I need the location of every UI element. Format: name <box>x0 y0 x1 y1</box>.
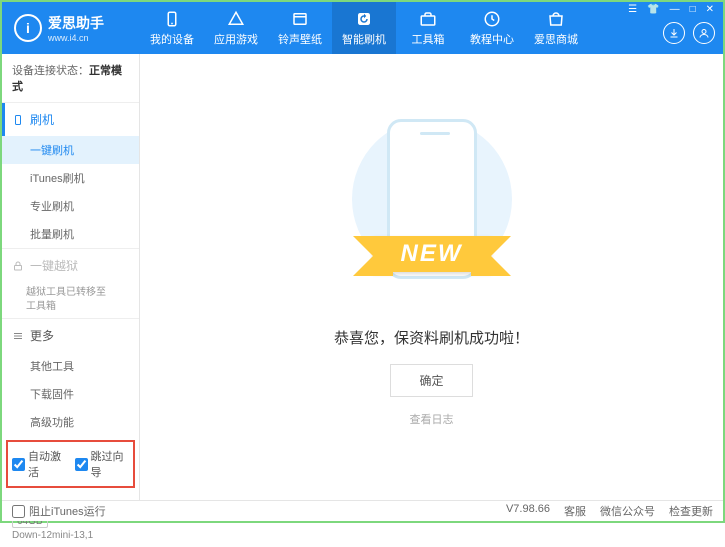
device-model: Down-12mini-13,1 <box>12 530 129 541</box>
tab-label: 爱思商城 <box>534 31 578 47</box>
app-url: www.i4.cn <box>48 33 104 43</box>
auto-activate-checkbox[interactable]: 自动激活 <box>12 448 67 480</box>
logo-area: i 爱思助手 www.i4.cn <box>2 13 140 43</box>
toolbox-icon <box>419 10 437 28</box>
phone-icon <box>163 10 181 28</box>
statusbar: 阻止iTunes运行 V7.98.66 客服 微信公众号 检查更新 <box>2 500 723 521</box>
skip-guide-checkbox[interactable]: 跳过向导 <box>75 448 130 480</box>
ok-button[interactable]: 确定 <box>390 364 472 397</box>
tab-label: 工具箱 <box>412 31 445 47</box>
status-label: 设备连接状态： <box>12 65 89 77</box>
tab-my-device[interactable]: 我的设备 <box>140 2 204 54</box>
sidebar-item-pro[interactable]: 专业刷机 <box>26 192 139 220</box>
jailbreak-note: 越狱工具已转移至 工具箱 <box>2 282 139 318</box>
sidebar: 设备连接状态：正常模式 刷机 一键刷机 iTunes刷机 专业刷机 批量刷机 一… <box>2 54 140 502</box>
section-title: 刷机 <box>30 111 54 128</box>
menu-icon[interactable]: ☰ <box>625 4 640 15</box>
wechat-link[interactable]: 微信公众号 <box>600 503 655 519</box>
app-name: 爱思助手 <box>48 13 104 33</box>
sidebar-item-advanced[interactable]: 高级功能 <box>26 408 139 436</box>
download-icon[interactable] <box>663 22 685 44</box>
apps-icon <box>227 10 245 28</box>
phone-icon <box>12 114 24 126</box>
wallpaper-icon <box>291 10 309 28</box>
user-controls <box>663 22 715 44</box>
lock-icon <box>12 260 24 272</box>
tab-flash[interactable]: 智能刷机 <box>332 2 396 54</box>
close-icon[interactable]: ✕ <box>703 4 717 15</box>
success-message: 恭喜您，保资料刷机成功啦！ <box>334 327 529 348</box>
sidebar-item-oneclick[interactable]: 一键刷机 <box>2 136 139 164</box>
connection-status: 设备连接状态：正常模式 <box>2 54 139 102</box>
checkbox-label: 阻止iTunes运行 <box>29 503 106 519</box>
section-jailbreak[interactable]: 一键越狱 <box>2 249 139 282</box>
logo-icon: i <box>14 14 42 42</box>
tab-store[interactable]: 爱思商城 <box>524 2 588 54</box>
section-flash[interactable]: 刷机 <box>2 103 139 136</box>
section-title: 更多 <box>30 327 54 344</box>
tab-label: 应用游戏 <box>214 31 258 47</box>
tab-label: 智能刷机 <box>342 31 386 47</box>
section-more[interactable]: 更多 <box>2 319 139 352</box>
support-link[interactable]: 客服 <box>564 503 586 519</box>
success-illustration: NEW <box>342 109 522 309</box>
tab-ringtones[interactable]: 铃声壁纸 <box>268 2 332 54</box>
tab-label: 我的设备 <box>150 31 194 47</box>
tab-toolbox[interactable]: 工具箱 <box>396 2 460 54</box>
sidebar-item-other[interactable]: 其他工具 <box>26 352 139 380</box>
maximize-icon[interactable]: □ <box>687 4 699 15</box>
view-log-link[interactable]: 查看日志 <box>410 411 454 427</box>
window-controls: ☰ 👕 — □ ✕ <box>625 4 717 15</box>
store-icon <box>547 10 565 28</box>
new-ribbon: NEW <box>373 236 491 272</box>
tab-label: 教程中心 <box>470 31 514 47</box>
tab-tutorials[interactable]: 教程中心 <box>460 2 524 54</box>
checkbox-label: 自动激活 <box>28 448 67 480</box>
checkbox-label: 跳过向导 <box>91 448 130 480</box>
section-title: 一键越狱 <box>30 257 78 274</box>
options-area: 自动激活 跳过向导 <box>6 440 135 488</box>
book-icon <box>483 10 501 28</box>
refresh-icon <box>355 10 373 28</box>
version-label: V7.98.66 <box>506 503 550 519</box>
sidebar-item-firmware[interactable]: 下载固件 <box>26 380 139 408</box>
sidebar-item-itunes[interactable]: iTunes刷机 <box>26 164 139 192</box>
skin-icon[interactable]: 👕 <box>644 4 662 15</box>
minimize-icon[interactable]: — <box>667 4 683 15</box>
user-icon[interactable] <box>693 22 715 44</box>
block-itunes-checkbox[interactable]: 阻止iTunes运行 <box>12 503 106 519</box>
sidebar-item-batch[interactable]: 批量刷机 <box>26 220 139 248</box>
tab-label: 铃声壁纸 <box>278 31 322 47</box>
more-icon <box>12 330 24 342</box>
update-link[interactable]: 检查更新 <box>669 503 713 519</box>
tab-apps[interactable]: 应用游戏 <box>204 2 268 54</box>
content-area: NEW 恭喜您，保资料刷机成功啦！ 确定 查看日志 <box>140 54 723 502</box>
titlebar: i 爱思助手 www.i4.cn 我的设备 应用游戏 铃声壁纸 智能刷机 工具箱 <box>2 2 723 54</box>
